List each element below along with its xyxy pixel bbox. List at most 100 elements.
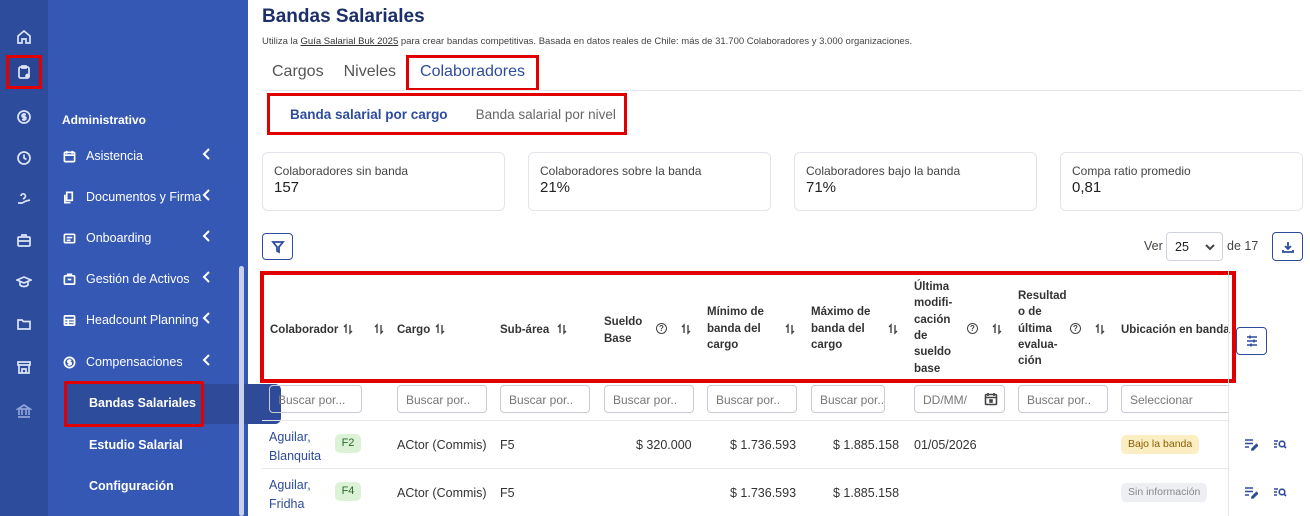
sort-icon[interactable] (557, 322, 567, 335)
subarea-cell: F5 (500, 438, 515, 452)
status-badge: Sin información (1121, 483, 1208, 502)
col-header-resultado-evaluacion[interactable]: Resultad o de última evalua- ción (1018, 288, 1067, 370)
date-filter-input[interactable]: DD/MM/ (914, 385, 1005, 413)
name-line: Aguilar, (269, 478, 311, 492)
briefcase-icon[interactable] (8, 225, 40, 255)
row-divider (262, 468, 1228, 469)
date-placeholder: DD/MM/ (923, 393, 967, 407)
sliders-icon (1246, 335, 1257, 347)
chevron-down-icon (1205, 244, 1215, 251)
menu-item-asistencia[interactable]: Asistencia (48, 144, 240, 168)
help-icon[interactable]: ? (1070, 323, 1081, 334)
guia-salarial-link[interactable]: Guía Salarial Buk 2025 (301, 36, 399, 47)
bank-icon[interactable] (8, 396, 40, 426)
store-icon[interactable] (8, 352, 40, 382)
subtitle-text: Utiliza la (262, 36, 301, 47)
sort-icon[interactable] (992, 322, 1002, 335)
columns-settings-button[interactable] (1236, 327, 1267, 355)
filter-button[interactable] (262, 233, 293, 260)
search-cargo-input[interactable]: Buscar por.. (397, 385, 487, 413)
submenu-bandas-salariales[interactable]: Bandas Salariales (89, 396, 196, 410)
header-line: de (914, 329, 928, 342)
employee-name-link[interactable]: Aguilar, Blanquita (269, 428, 321, 466)
sort-icon[interactable] (681, 322, 691, 335)
col-header-maximo[interactable]: Máximo de banda del cargo (811, 304, 870, 354)
stat-label: Compa ratio promedio (1072, 164, 1191, 178)
header-line: base (914, 362, 941, 375)
clock-icon[interactable] (8, 143, 40, 173)
page-size-select[interactable]: 25 (1166, 232, 1223, 261)
chevron-left-icon (202, 189, 214, 201)
graduation-icon[interactable] (8, 267, 40, 297)
search-maximo-input[interactable]: Buscar por.. (811, 385, 885, 413)
col-header-subarea[interactable]: Sub-área (500, 322, 549, 339)
id-card-icon (62, 231, 76, 245)
col-header-ultima-modificacion[interactable]: Última modifi- cación de sueldo base (914, 279, 952, 377)
filter-icon (270, 240, 285, 253)
tab-cargos[interactable]: Cargos (262, 55, 334, 91)
subtitle-text: para crear bandas competitivas. Basada e… (398, 36, 913, 47)
level-badge: F2 (335, 434, 361, 453)
sticky-column-divider (1228, 271, 1229, 516)
stat-value: 0,81 (1072, 179, 1102, 196)
subtab-por-cargo[interactable]: Banda salarial por cargo (270, 107, 448, 122)
header-line: evalua- (1018, 338, 1058, 351)
home-icon[interactable] (8, 22, 40, 52)
sort-icon[interactable] (343, 322, 353, 335)
chevron-left-icon (202, 148, 214, 160)
header-line: última (1018, 322, 1052, 335)
dollar-circle-icon (62, 355, 76, 369)
subtab-por-nivel[interactable]: Banda salarial por nivel (448, 107, 616, 122)
page-title: Bandas Salariales (262, 6, 425, 27)
page-count-label: de 17 (1227, 239, 1259, 253)
menu-item-compensaciones[interactable]: Compensaciones (48, 350, 240, 374)
col-header-sueldo[interactable]: Sueldo Base (604, 314, 642, 347)
sort-icon[interactable] (1095, 322, 1105, 335)
help-icon[interactable]: ? (656, 323, 667, 334)
stat-card-compa-ratio: Compa ratio promedio 0,81 (1060, 152, 1303, 211)
tabs-divider (262, 90, 1302, 91)
status-badge: Bajo la banda (1121, 435, 1200, 454)
calendar-icon[interactable] (984, 392, 998, 406)
handshake-icon[interactable] (8, 184, 40, 214)
minimo-cell: $ 1.736.593 (730, 438, 797, 452)
help-icon[interactable]: ? (967, 323, 978, 334)
name-line: Blanquita (269, 448, 322, 463)
submenu-configuracion[interactable]: Configuración (89, 479, 174, 493)
folder-icon[interactable] (8, 309, 40, 339)
employee-name-link[interactable]: Aguilar, Fridha (269, 476, 311, 514)
header-line: ción (1018, 355, 1042, 368)
search-resultado-input[interactable]: Buscar por.. (1018, 385, 1108, 413)
edit-list-icon[interactable] (1244, 485, 1259, 499)
col-header-cargo[interactable]: Cargo (397, 322, 430, 339)
menu-item-onboarding[interactable]: Onboarding (48, 226, 240, 250)
header-line: Resultad (1018, 290, 1067, 302)
submenu-estudio-salarial[interactable]: Estudio Salarial (89, 438, 183, 452)
sort-icon[interactable] (785, 322, 795, 335)
select-ubicacion-dropdown[interactable]: Seleccionar (1121, 385, 1228, 413)
header-line: cargo (707, 339, 739, 352)
menu-item-label: Documentos y Firma (86, 190, 202, 204)
col-header-colaborador[interactable]: Colaborador (270, 322, 338, 339)
sort-icon[interactable] (888, 322, 898, 335)
download-button[interactable] (1272, 232, 1303, 261)
search-detail-icon[interactable] (1273, 485, 1287, 499)
col-header-ubicacion[interactable]: Ubicación en banda (1121, 322, 1230, 339)
menu-item-headcount[interactable]: Headcount Planning (48, 308, 240, 332)
tab-niveles[interactable]: Niveles (334, 55, 406, 91)
sort-icon[interactable] (374, 322, 384, 335)
clipboard-icon[interactable] (6, 55, 42, 89)
sort-icon[interactable] (435, 322, 445, 335)
search-detail-icon[interactable] (1273, 437, 1287, 451)
search-colaborador-input[interactable]: Buscar por... (269, 385, 362, 413)
dollar-icon[interactable] (8, 102, 40, 132)
edit-list-icon[interactable] (1244, 437, 1259, 451)
search-sueldo-input[interactable]: Buscar por.. (604, 385, 694, 413)
tab-colaboradores[interactable]: Colaboradores (406, 55, 539, 91)
menu-item-activos[interactable]: Gestión de Activos (48, 267, 240, 291)
menu-scrollbar[interactable] (239, 266, 244, 516)
col-header-minimo[interactable]: Mínimo de banda del cargo (707, 304, 764, 354)
menu-item-documentos[interactable]: Documentos y Firma (48, 185, 240, 209)
search-subarea-input[interactable]: Buscar por.. (500, 385, 590, 413)
search-minimo-input[interactable]: Buscar por.. (707, 385, 797, 413)
